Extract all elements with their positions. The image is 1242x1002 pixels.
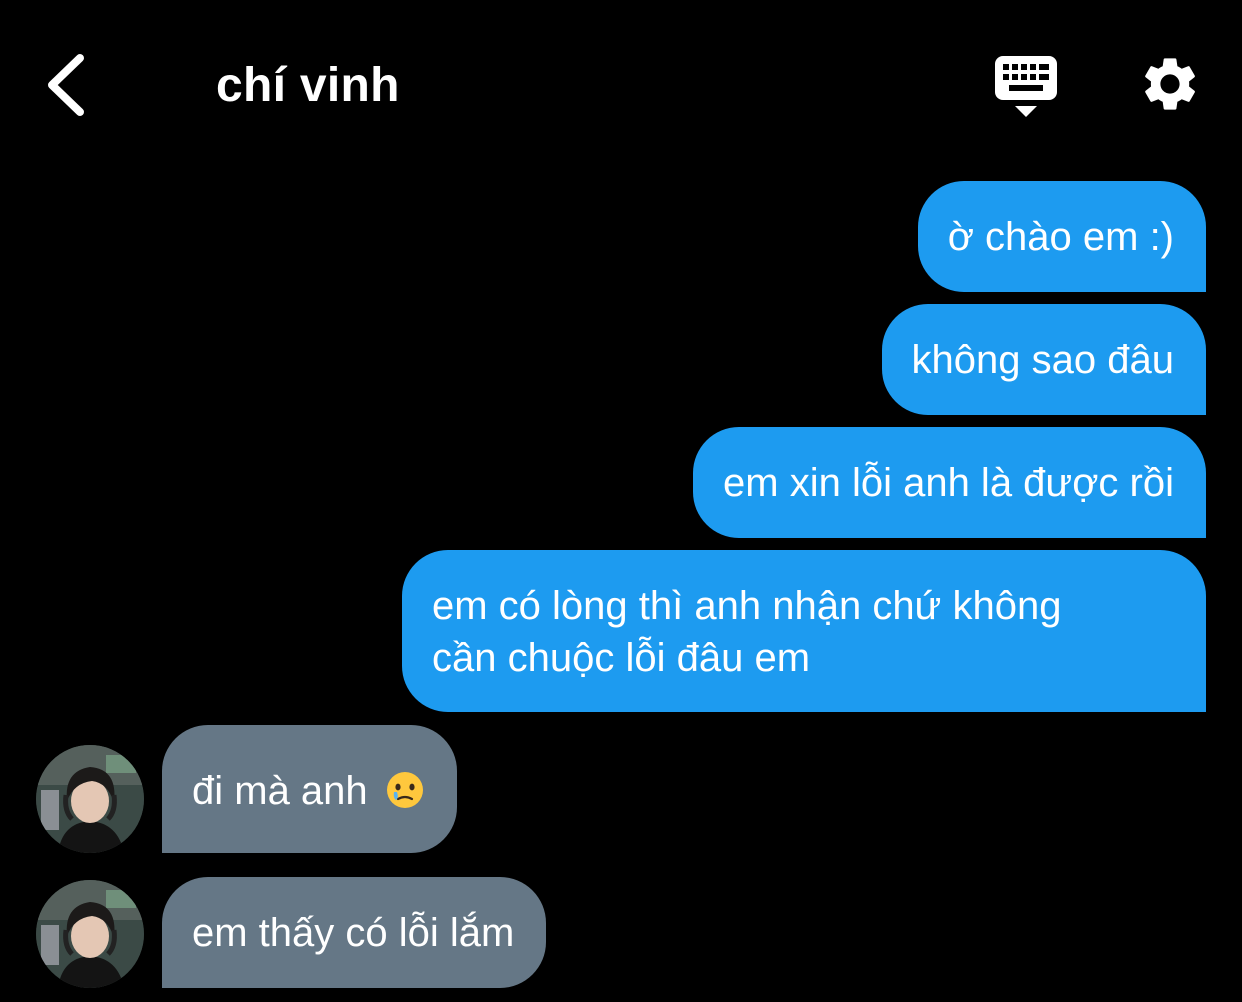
message-text: em thấy có lỗi lắm (192, 911, 515, 955)
message-list: ờ chào em :) không sao đâu em xin lỗi an… (0, 0, 1242, 1002)
message-text-line: cần chuộc lỗi đâu em (432, 636, 811, 680)
message-outgoing[interactable]: ờ chào em :) (917, 181, 1206, 292)
message-outgoing[interactable]: em có lòng thì anh nhận chứ không cần ch… (402, 550, 1206, 712)
message-text-line: em có lòng thì anh nhận chứ không (432, 584, 1062, 628)
message-text: đi mà anh (192, 769, 368, 813)
message-outgoing[interactable]: không sao đâu (881, 304, 1206, 415)
message-text: em xin lỗi anh là được rồi (723, 461, 1174, 505)
message-outgoing[interactable]: em xin lỗi anh là được rồi (693, 427, 1206, 538)
message-text: không sao đâu (911, 338, 1174, 382)
face-holding-back-tears-icon (386, 772, 423, 808)
contact-avatar[interactable] (36, 745, 144, 853)
avatar-photo (36, 880, 144, 988)
contact-avatar[interactable] (36, 880, 144, 988)
message-incoming[interactable]: em thấy có lỗi lắm (162, 877, 547, 988)
message-incoming[interactable]: đi mà anh (162, 725, 457, 853)
avatar-photo (36, 745, 144, 853)
message-text: ờ chào em :) (947, 215, 1174, 259)
